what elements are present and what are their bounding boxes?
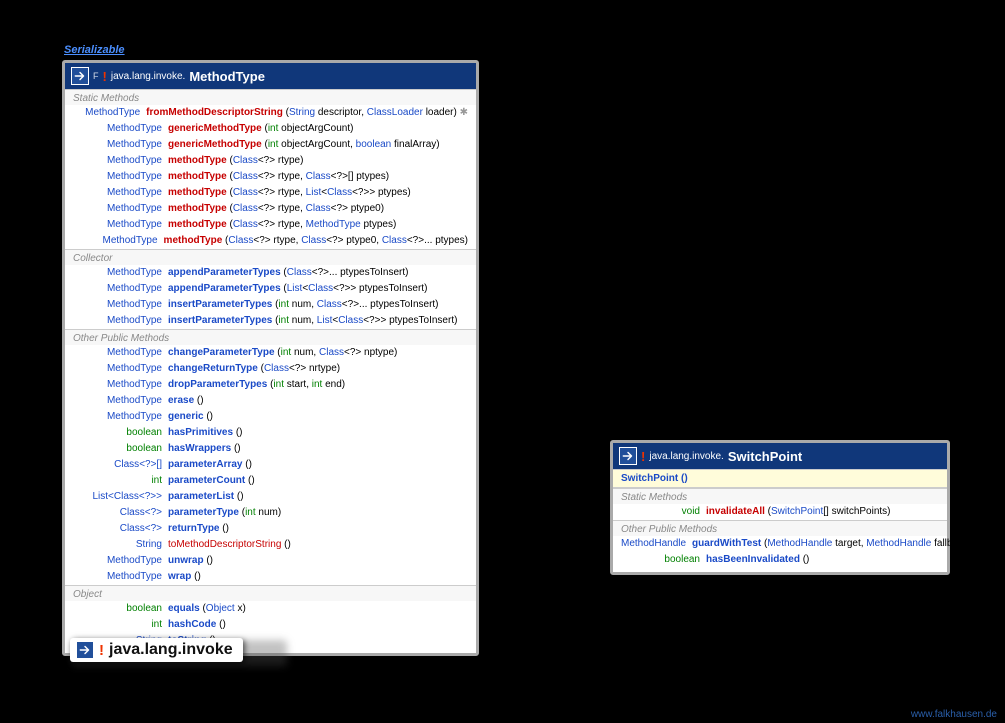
method-row: MethodTypechangeReturnType (Class<?> nrt… — [65, 361, 476, 377]
section-other-public: Other Public Methods — [65, 329, 476, 345]
method-row: MethodTypeappendParameterTypes (Class<?>… — [65, 265, 476, 281]
method-row: MethodTypegeneric () — [65, 409, 476, 425]
method-row: MethodTypemethodType (Class<?> rtype, Me… — [65, 217, 476, 233]
method-row: MethodTypemethodType (Class<?> rtype) — [65, 153, 476, 169]
method-row: voidinvalidateAll (SwitchPoint[] switchP… — [613, 504, 947, 520]
method-row: StringtoMethodDescriptorString () — [65, 537, 476, 553]
method-row: MethodTypemethodType (Class<?> rtype, Cl… — [65, 233, 476, 249]
method-row: booleanhasPrimitives () — [65, 425, 476, 441]
method-row: Class<?>[]parameterArray () — [65, 457, 476, 473]
method-row: Class<?>parameterType (int num) — [65, 505, 476, 521]
method-row: List<Class<?>>parameterList () — [65, 489, 476, 505]
method-row: MethodTypeinsertParameterTypes (int num,… — [65, 313, 476, 329]
section-static-methods: Static Methods — [65, 89, 476, 105]
constructor: SwitchPoint () — [613, 469, 947, 488]
method-list-other: MethodTypechangeParameterType (int num, … — [65, 345, 476, 585]
class-header-switchpoint: ! java.lang.invoke. SwitchPoint — [613, 443, 947, 469]
method-row: MethodTypeerase () — [65, 393, 476, 409]
method-row: MethodTypegenericMethodType (int objectA… — [65, 121, 476, 137]
since-icon: ! — [99, 642, 104, 659]
method-row: booleanhasWrappers () — [65, 441, 476, 457]
section-collector: Collector — [65, 249, 476, 265]
class-name: SwitchPoint — [728, 449, 802, 464]
class-name: MethodType — [189, 69, 265, 84]
method-row: MethodTypemethodType (Class<?> rtype, Cl… — [65, 201, 476, 217]
method-row: booleanhasBeenInvalidated () — [613, 552, 947, 568]
method-row: MethodTypeappendParameterTypes (List<Cla… — [65, 281, 476, 297]
since-icon: ! — [641, 449, 645, 464]
method-row: MethodTypemethodType (Class<?> rtype, Li… — [65, 185, 476, 201]
method-row: MethodTypedropParameterTypes (int start,… — [65, 377, 476, 393]
final-modifier: F — [93, 71, 99, 81]
method-row: MethodTypeunwrap () — [65, 553, 476, 569]
section-other-public: Other Public Methods — [613, 520, 947, 536]
package-title: java.lang.invoke — [109, 641, 233, 659]
class-package: java.lang.invoke. — [649, 451, 724, 462]
method-row: intparameterCount () — [65, 473, 476, 489]
method-list-static: MethodTypefromMethodDescriptorString (St… — [65, 105, 476, 249]
class-package: java.lang.invoke. — [111, 71, 186, 82]
serializable-link[interactable]: Serializable — [64, 44, 125, 56]
method-list-collector: MethodTypeappendParameterTypes (Class<?>… — [65, 265, 476, 329]
method-row: MethodTypewrap () — [65, 569, 476, 585]
method-row: MethodTypeinsertParameterTypes (int num,… — [65, 297, 476, 313]
section-static-methods: Static Methods — [613, 488, 947, 504]
method-row: MethodTypechangeParameterType (int num, … — [65, 345, 476, 361]
method-row: MethodTypemethodType (Class<?> rtype, Cl… — [65, 169, 476, 185]
method-row: MethodTypegenericMethodType (int objectA… — [65, 137, 476, 153]
class-header-methodtype: F ! java.lang.invoke.MethodType — [65, 63, 476, 89]
watermark: www.falkhausen.de — [911, 709, 997, 720]
since-icon: ! — [103, 69, 107, 84]
class-box-switchpoint: ! java.lang.invoke. SwitchPoint SwitchPoi… — [610, 440, 950, 575]
class-box-methodtype: F ! java.lang.invoke.MethodType Static M… — [62, 60, 479, 656]
method-row: booleanequals (Object x) — [65, 601, 476, 617]
method-row: Class<?>returnType () — [65, 521, 476, 537]
method-row: MethodHandleguardWithTest (MethodHandle … — [613, 536, 947, 552]
section-object: Object — [65, 585, 476, 601]
package-badge: ! java.lang.invoke — [70, 638, 243, 662]
method-list-other: MethodHandleguardWithTest (MethodHandle … — [613, 536, 947, 568]
method-list-static: voidinvalidateAll (SwitchPoint[] switchP… — [613, 504, 947, 520]
nav-arrow-icon[interactable] — [71, 67, 89, 85]
nav-arrow-icon[interactable] — [619, 447, 637, 465]
nav-arrow-icon[interactable] — [76, 641, 94, 659]
method-row: inthashCode () — [65, 617, 476, 633]
method-row: MethodTypefromMethodDescriptorString (St… — [65, 105, 476, 121]
